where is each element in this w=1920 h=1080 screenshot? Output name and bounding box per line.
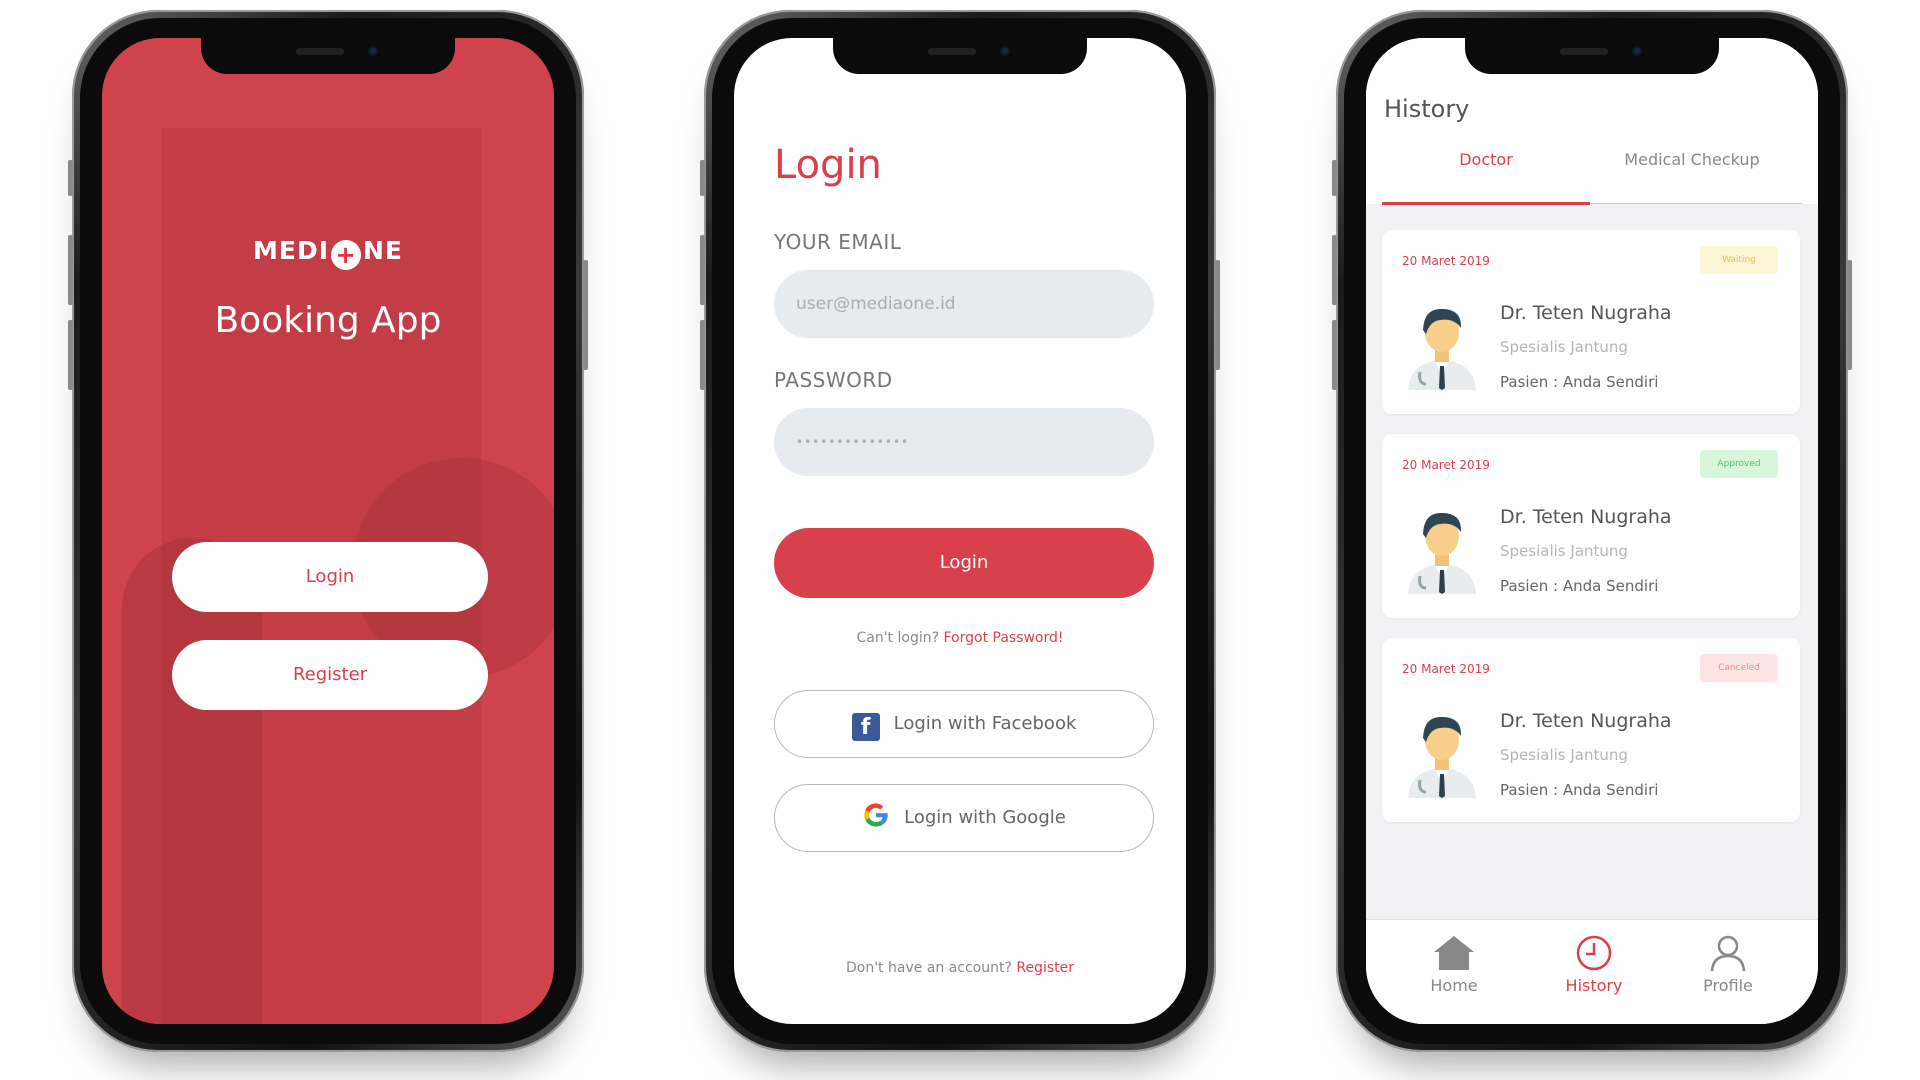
history-card[interactable]: 20 Maret 2019 Approved Dr. Teten Nugraha… [1382, 434, 1800, 618]
tab-divider [1590, 203, 1802, 204]
patient-name: Pasien : Anda Sendiri [1500, 781, 1659, 799]
status-badge: Waiting [1700, 246, 1778, 274]
history-card[interactable]: 20 Maret 2019 Waiting Dr. Teten Nugraha … [1382, 230, 1800, 414]
doctor-specialty: Spesialis Jantung [1500, 338, 1628, 356]
login-screen: Login YOUR EMAIL user@mediaone.id PASSWO… [734, 38, 1186, 1024]
phone-frame-history: History Doctor Medical Checkup 20 Maret … [1332, 10, 1852, 1052]
patient-name: Pasien : Anda Sendiri [1500, 577, 1659, 595]
google-login-button[interactable]: Login with Google [774, 784, 1154, 852]
splash-screen: MEDI + NE Booking App Login Register [102, 38, 554, 1024]
app-title: Booking App [214, 300, 442, 341]
facebook-login-button[interactable]: f Login with Facebook [774, 690, 1154, 758]
doctor-specialty: Spesialis Jantung [1500, 746, 1628, 764]
active-tab-indicator [1382, 202, 1590, 205]
doctor-name: Dr. Teten Nugraha [1500, 302, 1672, 324]
booking-date: 20 Maret 2019 [1402, 458, 1490, 472]
notch [1465, 38, 1719, 74]
cross-logo-icon: + [331, 240, 361, 270]
google-icon [864, 803, 888, 827]
booking-date: 20 Maret 2019 [1402, 254, 1490, 268]
password-label: PASSWORD [774, 368, 893, 392]
facebook-icon: f [851, 713, 880, 741]
user-icon [1710, 935, 1746, 972]
tab-medical-checkup[interactable]: Medical Checkup [1588, 150, 1796, 169]
clock-icon [1576, 935, 1612, 971]
page-title: Login [774, 142, 882, 188]
notch [833, 38, 1087, 74]
doctor-avatar-icon [1408, 512, 1476, 594]
register-line: Don't have an account? Register [845, 960, 1074, 976]
notch [201, 38, 455, 74]
phone-frame-splash: MEDI + NE Booking App Login Register [68, 10, 588, 1052]
home-icon [1434, 936, 1474, 970]
forgot-password-link[interactable]: Forgot Password! [943, 630, 1063, 646]
nav-history[interactable]: History [1544, 934, 1644, 995]
doctor-name: Dr. Teten Nugraha [1500, 710, 1672, 732]
bottom-nav: Home History Profile [1366, 919, 1818, 1024]
status-badge: Canceled [1700, 654, 1778, 682]
doctor-name: Dr. Teten Nugraha [1500, 506, 1672, 528]
email-label: YOUR EMAIL [774, 230, 902, 254]
doctor-avatar-icon [1408, 308, 1476, 390]
email-field[interactable]: user@mediaone.id [774, 270, 1154, 338]
password-field[interactable]: •••••••••••••• [774, 408, 1154, 476]
register-button[interactable]: Register [172, 640, 488, 710]
forgot-password-line: Can't login? Forgot Password! [856, 630, 1064, 646]
brand-logo: MEDI + NE [252, 236, 404, 270]
phone-frame-login: Login YOUR EMAIL user@mediaone.id PASSWO… [700, 10, 1220, 1052]
booking-date: 20 Maret 2019 [1402, 662, 1490, 676]
history-screen: History Doctor Medical Checkup 20 Maret … [1366, 38, 1818, 1024]
patient-name: Pasien : Anda Sendiri [1500, 373, 1659, 391]
page-title: History [1384, 95, 1470, 123]
history-card[interactable]: 20 Maret 2019 Canceled Dr. Teten Nugraha… [1382, 638, 1800, 822]
login-button[interactable]: Login [172, 542, 488, 612]
register-link[interactable]: Register [1016, 960, 1074, 976]
nav-home[interactable]: Home [1404, 934, 1504, 995]
login-submit-button[interactable]: Login [774, 528, 1154, 598]
doctor-specialty: Spesialis Jantung [1500, 542, 1628, 560]
tab-doctor[interactable]: Doctor [1382, 150, 1590, 169]
doctor-avatar-icon [1408, 716, 1476, 798]
status-badge: Approved [1700, 450, 1778, 478]
nav-profile[interactable]: Profile [1678, 934, 1778, 995]
